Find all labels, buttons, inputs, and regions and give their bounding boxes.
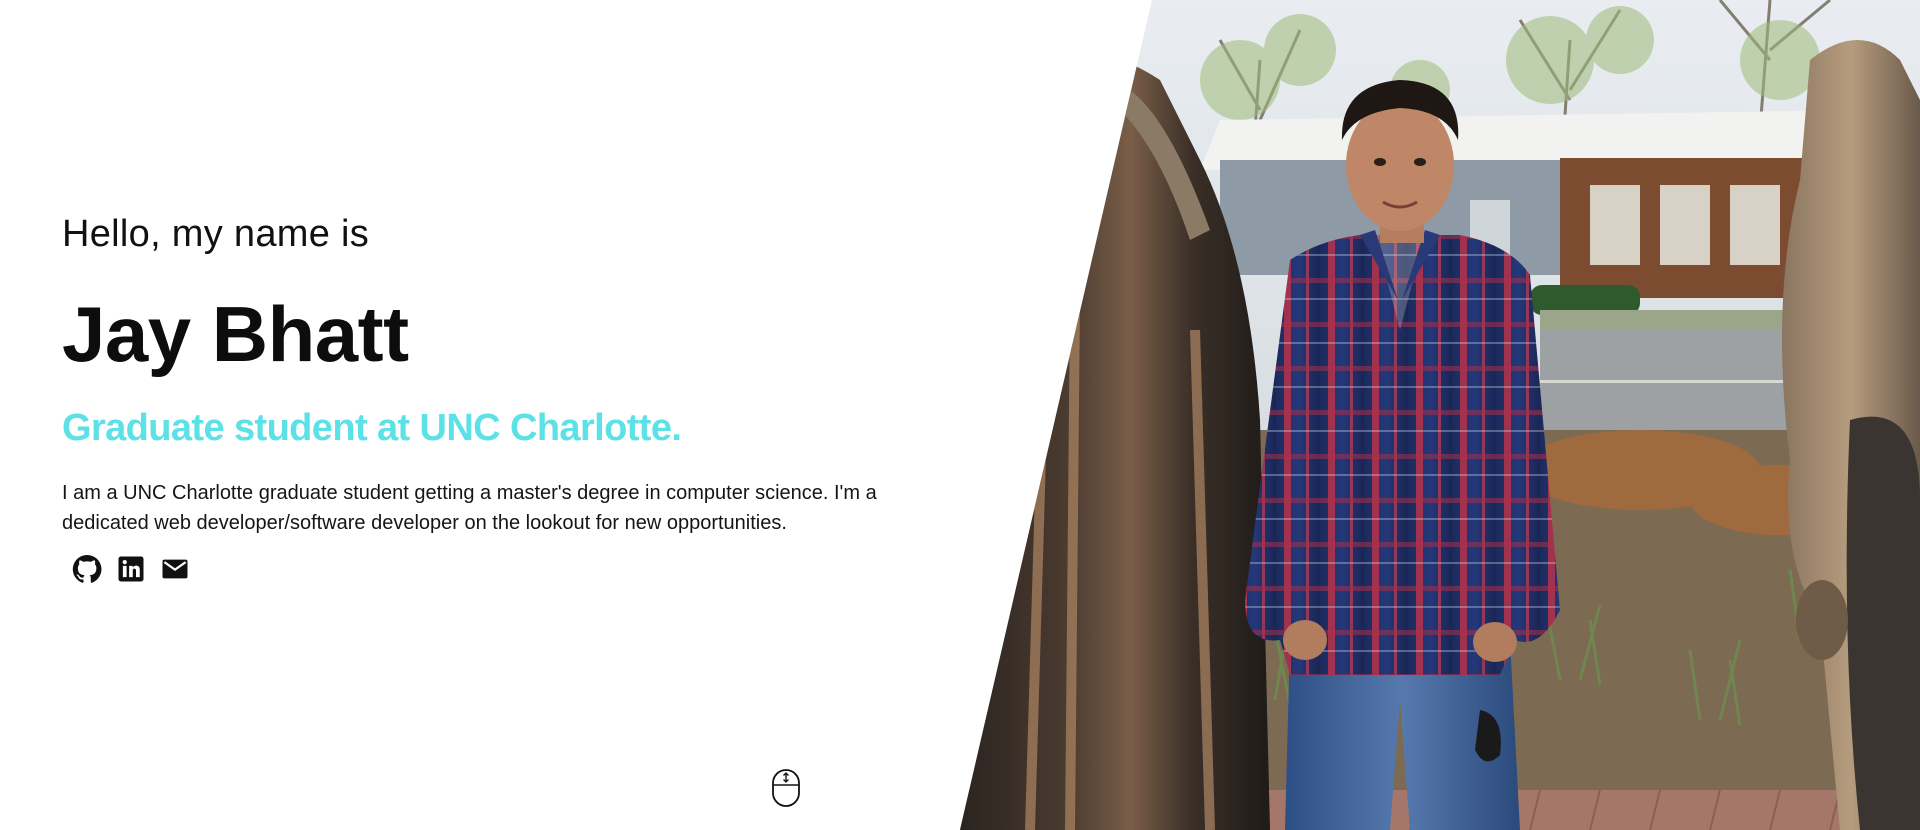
hero-name: Jay Bhatt	[62, 290, 409, 378]
intro-block: Hello, my name is Jay Bhatt Graduate stu…	[62, 210, 922, 584]
hero-section: Hello, my name is Jay Bhatt Graduate stu…	[0, 0, 1920, 830]
github-icon	[72, 554, 102, 583]
hero-tagline: Graduate student at UNC Charlotte.	[62, 407, 682, 449]
social-links	[72, 554, 922, 584]
linkedin-icon	[118, 556, 144, 582]
greeting-text: Hello, my name is	[62, 213, 370, 255]
mail-icon	[162, 559, 188, 579]
hero-bio: I am a UNC Charlotte graduate student ge…	[62, 482, 877, 534]
email-link[interactable]	[160, 554, 190, 584]
github-link[interactable]	[72, 554, 102, 584]
mouse-scroll-icon	[772, 769, 800, 807]
linkedin-link[interactable]	[116, 554, 146, 584]
scroll-indicator[interactable]	[771, 768, 801, 808]
